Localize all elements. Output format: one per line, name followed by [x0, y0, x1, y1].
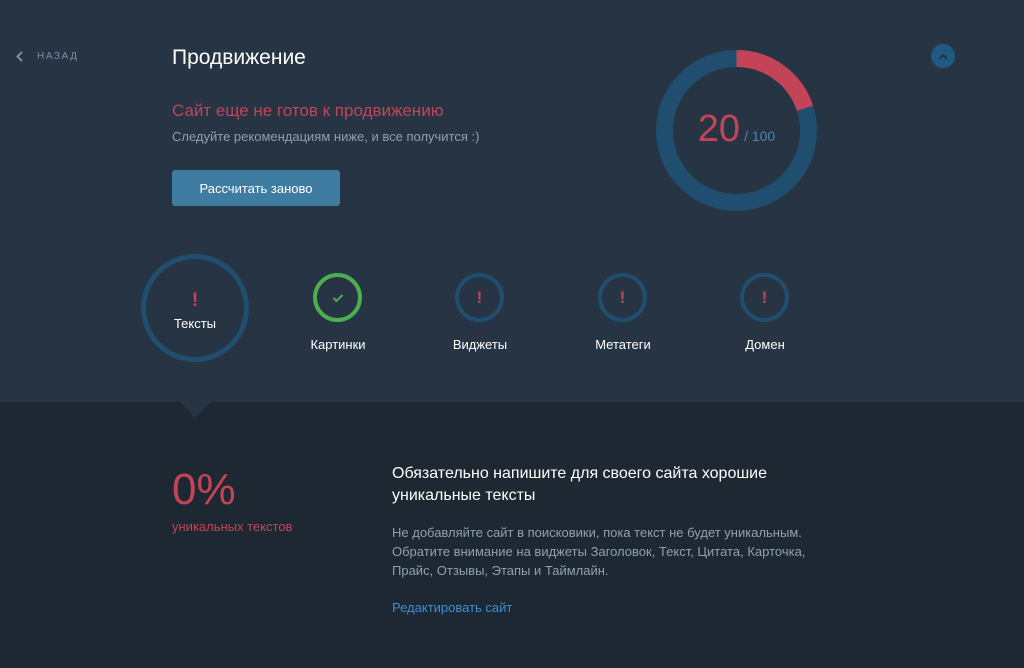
back-link[interactable]: НАЗАД [16, 51, 79, 62]
step-label: Метатеги [595, 337, 651, 352]
unique-percent: 0% [172, 465, 236, 514]
status-subtitle: Следуйте рекомендациям ниже, и все получ… [172, 129, 480, 144]
step-label: Картинки [310, 337, 366, 352]
chevron-up-icon [938, 53, 948, 60]
step-domain[interactable]: ! Домен [705, 273, 825, 355]
warning-icon: ! [740, 273, 789, 322]
back-label: НАЗАД [37, 51, 79, 62]
warning-icon: ! [598, 273, 647, 322]
detail-heading: Обязательно напишите для своего сайта хо… [392, 465, 768, 504]
warning-icon: ! [455, 273, 504, 322]
step-label: Тексты [173, 316, 217, 331]
collapse-button[interactable] [931, 44, 955, 68]
chevron-left-icon [16, 51, 23, 62]
score-value: 20 [697, 108, 741, 150]
score-max: / 100 [744, 128, 776, 144]
step-images[interactable]: Картинки [278, 273, 398, 355]
step-texts[interactable]: ! Тексты [141, 254, 249, 362]
step-label: Домен [745, 337, 785, 352]
active-step-pointer [179, 401, 211, 418]
warning-icon: ! [191, 290, 199, 311]
status-warning: Сайт еще не готов к продвижению [172, 101, 444, 120]
recalculate-button[interactable]: Рассчитать заново [172, 170, 340, 206]
step-label: Виджеты [452, 337, 508, 352]
score-readout: 20/ 100 [656, 108, 817, 151]
check-icon [313, 273, 362, 322]
step-metatags[interactable]: ! Метатеги [563, 273, 683, 355]
step-widgets[interactable]: ! Виджеты [420, 273, 540, 355]
detail-description: Не добавляйте сайт в поисковики, пока те… [392, 525, 806, 578]
edit-site-link[interactable]: Редактировать сайт [392, 600, 512, 615]
page-title: Продвижение [172, 46, 306, 69]
unique-percent-label: уникальных текстов [172, 519, 293, 534]
